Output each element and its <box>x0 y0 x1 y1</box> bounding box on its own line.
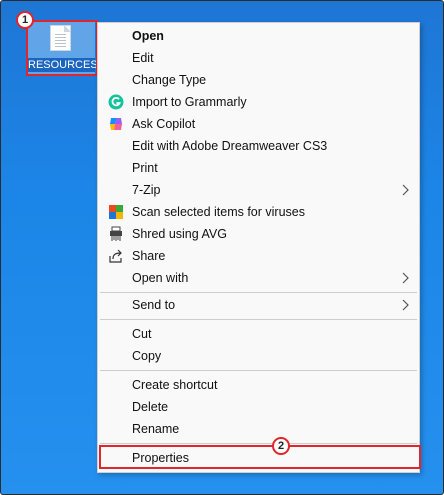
menu-item-change-type[interactable]: Change Type <box>98 69 419 91</box>
menu-item-label: Change Type <box>132 73 207 87</box>
menu-item-label: Edit <box>132 51 154 65</box>
menu-item-label: Import to Grammarly <box>132 95 247 109</box>
menu-item-send-to[interactable]: Send to <box>98 294 419 316</box>
menu-separator <box>100 370 417 371</box>
menu-item-rename[interactable]: Rename <box>98 418 419 440</box>
menu-item-share[interactable]: Share <box>98 245 419 267</box>
callout-box-1 <box>26 20 98 76</box>
grammarly-icon <box>108 94 124 110</box>
menu-item-delete[interactable]: Delete <box>98 396 419 418</box>
menu-separator <box>100 292 417 293</box>
menu-item-7zip[interactable]: 7-Zip <box>98 179 419 201</box>
chevron-right-icon <box>402 299 409 311</box>
menu-item-cut[interactable]: Cut <box>98 323 419 345</box>
menu-item-label: Send to <box>132 298 176 312</box>
menu-item-label: Copy <box>132 349 162 363</box>
callout-badge-2: 2 <box>272 437 290 455</box>
menu-item-ask-copilot[interactable]: Ask Copilot <box>98 113 419 135</box>
menu-item-label: Rename <box>132 422 180 436</box>
menu-item-label: Scan selected items for viruses <box>132 205 305 219</box>
menu-item-import-grammarly[interactable]: Import to Grammarly <box>98 91 419 113</box>
copilot-icon <box>110 118 122 130</box>
menu-item-label: Ask Copilot <box>132 117 196 131</box>
menu-item-shred-avg[interactable]: Shred using AVG <box>98 223 419 245</box>
menu-item-edit[interactable]: Edit <box>98 47 419 69</box>
menu-item-copy[interactable]: Copy <box>98 345 419 367</box>
menu-item-scan-viruses[interactable]: Scan selected items for viruses <box>98 201 419 223</box>
menu-item-label: Share <box>132 249 166 263</box>
chevron-right-icon <box>402 272 409 284</box>
menu-item-label: Shred using AVG <box>132 227 227 241</box>
screenshot-frame: RESOURCES 1 Open Edit Change Type Import… <box>0 0 444 495</box>
menu-item-label: Edit with Adobe Dreamweaver CS3 <box>132 139 328 153</box>
menu-item-open-with[interactable]: Open with <box>98 267 419 289</box>
menu-item-label: Create shortcut <box>132 378 218 392</box>
menu-item-create-shortcut[interactable]: Create shortcut <box>98 374 419 396</box>
share-icon <box>109 249 122 263</box>
avg-scan-icon <box>109 205 123 219</box>
menu-item-label: Print <box>132 161 158 175</box>
chevron-right-icon <box>402 184 409 196</box>
callout-box-2 <box>99 445 421 469</box>
menu-item-edit-dreamweaver[interactable]: Edit with Adobe Dreamweaver CS3 <box>98 135 419 157</box>
menu-item-label: 7-Zip <box>132 183 161 197</box>
callout-badge-1: 1 <box>16 11 34 29</box>
shredder-icon <box>110 226 122 241</box>
menu-separator <box>100 443 417 444</box>
context-menu: Open Edit Change Type Import to Grammarl… <box>97 22 420 473</box>
menu-item-print[interactable]: Print <box>98 157 419 179</box>
menu-item-label: Open <box>132 29 164 43</box>
menu-item-label: Open with <box>132 271 189 285</box>
menu-item-label: Cut <box>132 327 152 341</box>
menu-item-label: Delete <box>132 400 169 414</box>
menu-separator <box>100 319 417 320</box>
menu-item-open[interactable]: Open <box>98 25 419 47</box>
